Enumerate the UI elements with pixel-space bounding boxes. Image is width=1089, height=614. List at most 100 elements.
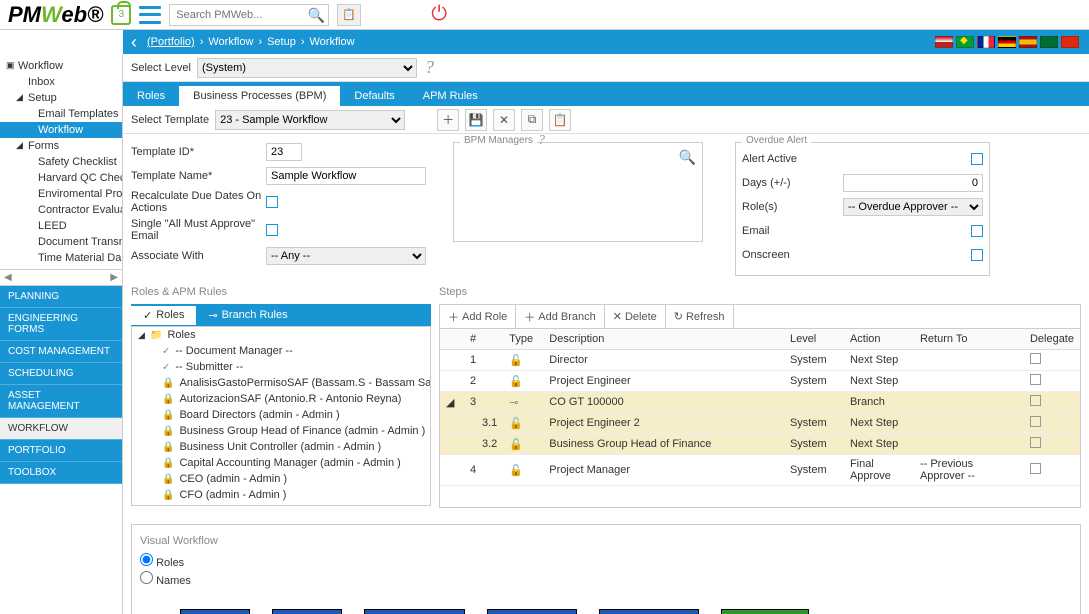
search-input[interactable]: 🔍 [169, 4, 329, 26]
days-label: Days (+/-) [742, 177, 822, 189]
overdue-panel: Overdue Alert Alert Active Days (+/-) Ro… [735, 142, 990, 276]
search-icon[interactable]: 🔍 [308, 7, 325, 24]
tree-setup[interactable]: ◢Setup [0, 90, 122, 106]
node-pm[interactable]: Project Manager [599, 609, 699, 614]
radio-roles[interactable]: Roles [140, 553, 1072, 569]
main-tabs: Roles Business Processes (BPM) Defaults … [123, 82, 1089, 106]
assoc-label: Associate With [131, 250, 266, 262]
sec-asset[interactable]: ASSET MANAGEMENT [0, 385, 122, 418]
nav-tree: ▣Workflow Inbox ◢Setup Email Templates W… [0, 54, 122, 269]
subtab-branch[interactable]: ⊸ Branch Rules [196, 306, 299, 325]
tree-leed[interactable]: LEED [0, 218, 122, 234]
assoc-select[interactable]: -- Any -- [266, 247, 426, 265]
add-branch-button[interactable]: ＋Add Branch [516, 305, 604, 328]
language-flags[interactable] [935, 36, 1079, 48]
alert-active-checkbox[interactable] [971, 153, 983, 165]
delete-step-button[interactable]: ✕Delete [605, 305, 666, 328]
table-row[interactable]: 1🔓DirectorSystemNext Step [440, 350, 1080, 371]
email-checkbox[interactable] [971, 225, 983, 237]
onscreen-label: Onscreen [742, 249, 822, 261]
sec-scheduling[interactable]: SCHEDULING [0, 363, 122, 385]
breadcrumb-portfolio[interactable]: (Portfolio) [147, 36, 195, 48]
tree-workflow-sel[interactable]: Workflow [0, 122, 122, 138]
node-final[interactable]: Final Approve [721, 609, 809, 614]
sec-planning[interactable]: PLANNING [0, 286, 122, 308]
sec-cost[interactable]: COST MANAGEMENT [0, 341, 122, 363]
node-co[interactable]: CO GT 100000 [487, 609, 577, 614]
tab-roles[interactable]: Roles [123, 86, 179, 106]
refresh-button[interactable]: ↻Refresh [666, 305, 734, 328]
notification-badge[interactable]: 3 [111, 5, 131, 25]
roles-subtabs: ✓ Roles ⊸ Branch Rules [131, 304, 431, 326]
table-row[interactable]: ◢3⊸CO GT 100000Branch [440, 392, 1080, 413]
select-template[interactable]: 23 - Sample Workflow [215, 110, 405, 130]
tab-apm[interactable]: APM Rules [409, 86, 492, 106]
recalc-label: Recalculate Due Dates On Actions [131, 190, 266, 214]
table-row[interactable]: 3.1🔓Project Engineer 2SystemNext Step [440, 413, 1080, 434]
help-icon[interactable]: ? [425, 57, 434, 78]
steps-toolbar: ＋Add Role ＋Add Branch ✕Delete ↻Refresh [439, 304, 1081, 328]
tree-safety[interactable]: Safety Checklist [0, 154, 122, 170]
sec-toolbox[interactable]: TOOLBOX [0, 462, 122, 484]
nav-scroll[interactable]: ◀▶ [0, 269, 122, 286]
calendar-button[interactable]: 📋 [337, 4, 361, 26]
select-template-label: Select Template [131, 114, 209, 126]
node-director[interactable]: Director [272, 609, 342, 614]
tree-time[interactable]: Time Material Daily Lo [0, 250, 122, 266]
node-submitter[interactable]: Submitter [180, 609, 250, 614]
template-bar: Select Template 23 - Sample Workflow ＋ 💾… [123, 106, 1089, 134]
roles-label: Role(s) [742, 201, 822, 213]
roles-select[interactable]: -- Overdue Approver -- [843, 198, 983, 216]
content: Select Level (System) ? Roles Business P… [123, 54, 1089, 614]
table-row[interactable]: 3.2🔓Business Group Head of FinanceSystem… [440, 434, 1080, 455]
tree-enviro[interactable]: Enviromental Profile [0, 186, 122, 202]
sec-eng-forms[interactable]: ENGINEERING FORMS [0, 308, 122, 341]
steps-grid[interactable]: # Type Description Level Action Return T… [439, 328, 1081, 508]
node-pe[interactable]: Project Engineer [364, 609, 465, 614]
logo: PMWeb® [8, 2, 103, 28]
tree-doc-trans[interactable]: Document Transmittal [0, 234, 122, 250]
hamburger-icon[interactable] [139, 6, 161, 24]
onscreen-checkbox[interactable] [971, 249, 983, 261]
delete-button[interactable]: ✕ [493, 109, 515, 131]
tree-workflow[interactable]: ▣Workflow [0, 58, 122, 74]
single-checkbox[interactable] [266, 224, 278, 236]
topbar: PMWeb® 3 🔍 📋 ⏻ [0, 0, 1089, 30]
flow-diagram: Submitter→ Director→ Project Engineer→ C… [140, 599, 1072, 614]
subtab-roles[interactable]: ✓ Roles [131, 306, 196, 325]
days-field[interactable] [843, 174, 983, 192]
single-label: Single "All Must Approve" Email [131, 218, 266, 242]
recalc-checkbox[interactable] [266, 196, 278, 208]
level-bar: Select Level (System) ? [123, 54, 1089, 82]
save-button[interactable]: 💾 [465, 109, 487, 131]
radio-names[interactable]: Names [140, 571, 1072, 587]
template-name-field[interactable] [266, 167, 426, 185]
back-icon[interactable]: ‹ [131, 32, 137, 53]
roles-tree[interactable]: ◢📁Roles ✓-- Document Manager -- ✓-- Subm… [131, 326, 431, 506]
bpm-search-icon[interactable]: 🔍 [679, 149, 696, 166]
add-role-button[interactable]: ＋Add Role [440, 305, 516, 328]
paste-button[interactable]: 📋 [549, 109, 571, 131]
sec-portfolio[interactable]: PORTFOLIO [0, 440, 122, 462]
section-list: PLANNING ENGINEERING FORMS COST MANAGEME… [0, 286, 122, 614]
tree-contractor[interactable]: Contractor Evaluation [0, 202, 122, 218]
tab-defaults[interactable]: Defaults [340, 86, 408, 106]
left-nav: ▣Workflow Inbox ◢Setup Email Templates W… [0, 54, 123, 614]
power-icon[interactable]: ⏻ [431, 3, 447, 26]
sec-workflow[interactable]: WORKFLOW [0, 418, 122, 440]
table-row[interactable]: 2🔓Project EngineerSystemNext Step [440, 371, 1080, 392]
template-id-label: Template ID* [131, 146, 266, 158]
tree-inbox[interactable]: Inbox [0, 74, 122, 90]
tab-bpm[interactable]: Business Processes (BPM) [179, 86, 340, 106]
tree-forms[interactable]: ◢Forms [0, 138, 122, 154]
add-button[interactable]: ＋ [437, 109, 459, 131]
tree-harvard[interactable]: Harvard QC Checklist [0, 170, 122, 186]
table-row[interactable]: 4🔓Project ManagerSystemFinal Approve-- P… [440, 455, 1080, 486]
visual-workflow: Visual Workflow Roles Names Submitter→ D… [131, 524, 1081, 614]
select-level-label: Select Level [131, 62, 191, 74]
tree-email-templates[interactable]: Email Templates [0, 106, 122, 122]
copy-button[interactable]: ⧉ [521, 109, 543, 131]
bpm-help-icon[interactable]: ? [538, 133, 545, 149]
template-id-field[interactable] [266, 143, 302, 161]
select-level[interactable]: (System) [197, 58, 417, 78]
